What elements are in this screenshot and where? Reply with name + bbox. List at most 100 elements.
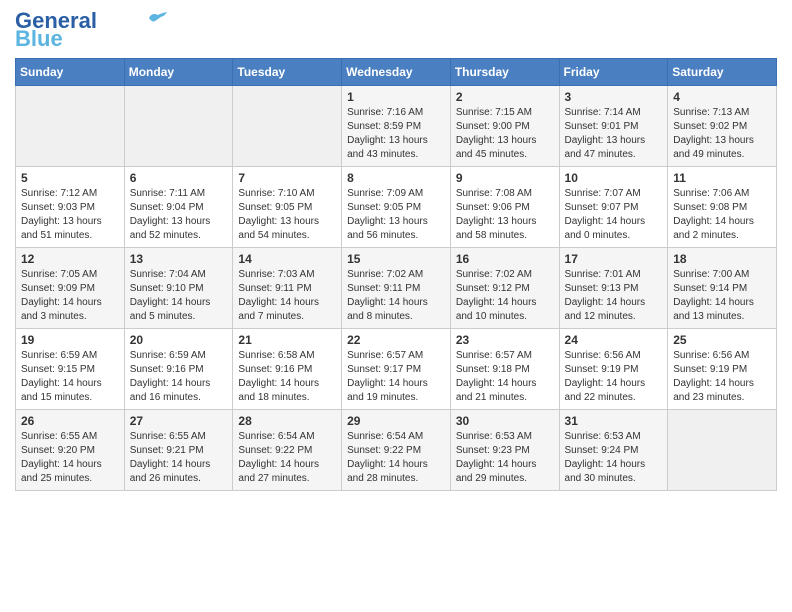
logo: General Blue <box>15 10 167 50</box>
day-info: Sunrise: 7:11 AM Sunset: 9:04 PM Dayligh… <box>130 187 229 243</box>
day-info: Sunrise: 6:53 AM Sunset: 9:24 PM Dayligh… <box>565 430 664 486</box>
day-info: Sunrise: 7:09 AM Sunset: 9:05 PM Dayligh… <box>347 187 446 243</box>
day-number: 26 <box>21 414 120 428</box>
calendar-cell: 26 Sunrise: 6:55 AM Sunset: 9:20 PM Dayli… <box>16 410 125 491</box>
header-day-sunday: Sunday <box>16 59 125 86</box>
day-number: 4 <box>673 90 772 104</box>
day-info: Sunrise: 6:56 AM Sunset: 9:19 PM Dayligh… <box>565 349 664 405</box>
calendar-cell: 21Sunrise: 6:58 AM Sunset: 9:16 PM Dayli… <box>233 329 342 410</box>
header-day-friday: Friday <box>559 59 668 86</box>
logo-bird-icon <box>149 11 167 25</box>
day-number: 30 <box>456 414 555 428</box>
calendar-cell: 3 Sunrise: 7:14 AM Sunset: 9:01 PM Daylig… <box>559 86 668 167</box>
header-day-wednesday: Wednesday <box>342 59 451 86</box>
calendar-cell <box>668 410 777 491</box>
day-info: Sunrise: 7:00 AM Sunset: 9:14 PM Dayligh… <box>673 268 772 324</box>
calendar-cell: 18 Sunrise: 7:00 AM Sunset: 9:14 PM Dayli… <box>668 248 777 329</box>
day-number: 10 <box>565 171 664 185</box>
day-info: Sunrise: 6:57 AM Sunset: 9:18 PM Dayligh… <box>456 349 555 405</box>
calendar-cell: 5Sunrise: 7:12 AM Sunset: 9:03 PM Daylig… <box>16 167 125 248</box>
day-info: Sunrise: 7:08 AM Sunset: 9:06 PM Dayligh… <box>456 187 555 243</box>
day-number: 19 <box>21 333 120 347</box>
day-number: 31 <box>565 414 664 428</box>
calendar-cell <box>124 86 233 167</box>
day-number: 8 <box>347 171 446 185</box>
header-day-monday: Monday <box>124 59 233 86</box>
day-info: Sunrise: 7:04 AM Sunset: 9:10 PM Dayligh… <box>130 268 229 324</box>
calendar-cell <box>16 86 125 167</box>
calendar-cell: 2 Sunrise: 7:15 AM Sunset: 9:00 PM Daylig… <box>450 86 559 167</box>
day-number: 11 <box>673 171 772 185</box>
calendar-cell: 1Sunrise: 7:16 AM Sunset: 8:59 PM Daylig… <box>342 86 451 167</box>
calendar-cell: 14 Sunrise: 7:03 AM Sunset: 9:11 PM Dayli… <box>233 248 342 329</box>
day-number: 23 <box>456 333 555 347</box>
day-info: Sunrise: 7:07 AM Sunset: 9:07 PM Dayligh… <box>565 187 664 243</box>
logo-text2: Blue <box>15 28 63 50</box>
day-number: 15 <box>347 252 446 266</box>
day-number: 29 <box>347 414 446 428</box>
day-info: Sunrise: 7:10 AM Sunset: 9:05 PM Dayligh… <box>238 187 337 243</box>
day-info: Sunrise: 7:14 AM Sunset: 9:01 PM Dayligh… <box>565 106 664 162</box>
header-day-saturday: Saturday <box>668 59 777 86</box>
day-number: 28 <box>238 414 337 428</box>
day-number: 9 <box>456 171 555 185</box>
calendar-cell: 24 Sunrise: 6:56 AM Sunset: 9:19 PM Dayli… <box>559 329 668 410</box>
day-number: 25 <box>673 333 772 347</box>
day-number: 13 <box>130 252 229 266</box>
calendar-cell: 7 Sunrise: 7:10 AM Sunset: 9:05 PM Daylig… <box>233 167 342 248</box>
day-number: 17 <box>565 252 664 266</box>
calendar-cell: 10 Sunrise: 7:07 AM Sunset: 9:07 PM Dayli… <box>559 167 668 248</box>
day-info: Sunrise: 6:59 AM Sunset: 9:15 PM Dayligh… <box>21 349 120 405</box>
calendar-cell: 30Sunrise: 6:53 AM Sunset: 9:23 PM Dayli… <box>450 410 559 491</box>
calendar-cell: 31 Sunrise: 6:53 AM Sunset: 9:24 PM Dayli… <box>559 410 668 491</box>
day-number: 14 <box>238 252 337 266</box>
header: General Blue <box>15 10 777 50</box>
calendar-cell: 8 Sunrise: 7:09 AM Sunset: 9:05 PM Daylig… <box>342 167 451 248</box>
day-info: Sunrise: 7:02 AM Sunset: 9:12 PM Dayligh… <box>456 268 555 324</box>
day-number: 18 <box>673 252 772 266</box>
day-number: 2 <box>456 90 555 104</box>
day-number: 7 <box>238 171 337 185</box>
day-info: Sunrise: 7:15 AM Sunset: 9:00 PM Dayligh… <box>456 106 555 162</box>
day-info: Sunrise: 7:16 AM Sunset: 8:59 PM Dayligh… <box>347 106 446 162</box>
day-info: Sunrise: 7:02 AM Sunset: 9:11 PM Dayligh… <box>347 268 446 324</box>
calendar-cell: 29 Sunrise: 6:54 AM Sunset: 9:22 PM Dayli… <box>342 410 451 491</box>
calendar-table: SundayMondayTuesdayWednesdayThursdayFrid… <box>15 58 777 491</box>
calendar-week-row: 5Sunrise: 7:12 AM Sunset: 9:03 PM Daylig… <box>16 167 777 248</box>
day-info: Sunrise: 7:06 AM Sunset: 9:08 PM Dayligh… <box>673 187 772 243</box>
calendar-cell: 17Sunrise: 7:01 AM Sunset: 9:13 PM Dayli… <box>559 248 668 329</box>
day-number: 16 <box>456 252 555 266</box>
calendar-week-row: 12Sunrise: 7:05 AM Sunset: 9:09 PM Dayli… <box>16 248 777 329</box>
calendar-cell: 11 Sunrise: 7:06 AM Sunset: 9:08 PM Dayli… <box>668 167 777 248</box>
calendar-cell: 16 Sunrise: 7:02 AM Sunset: 9:12 PM Dayli… <box>450 248 559 329</box>
day-number: 5 <box>21 171 120 185</box>
calendar-cell: 23 Sunrise: 6:57 AM Sunset: 9:18 PM Dayli… <box>450 329 559 410</box>
calendar-week-row: 1Sunrise: 7:16 AM Sunset: 8:59 PM Daylig… <box>16 86 777 167</box>
calendar-week-row: 26 Sunrise: 6:55 AM Sunset: 9:20 PM Dayli… <box>16 410 777 491</box>
calendar-cell: 4Sunrise: 7:13 AM Sunset: 9:02 PM Daylig… <box>668 86 777 167</box>
header-day-thursday: Thursday <box>450 59 559 86</box>
day-info: Sunrise: 6:59 AM Sunset: 9:16 PM Dayligh… <box>130 349 229 405</box>
day-info: Sunrise: 6:55 AM Sunset: 9:21 PM Dayligh… <box>130 430 229 486</box>
day-number: 12 <box>21 252 120 266</box>
day-info: Sunrise: 7:03 AM Sunset: 9:11 PM Dayligh… <box>238 268 337 324</box>
calendar-cell: 28Sunrise: 6:54 AM Sunset: 9:22 PM Dayli… <box>233 410 342 491</box>
calendar-cell: 6Sunrise: 7:11 AM Sunset: 9:04 PM Daylig… <box>124 167 233 248</box>
day-number: 20 <box>130 333 229 347</box>
calendar-cell <box>233 86 342 167</box>
day-number: 3 <box>565 90 664 104</box>
calendar-cell: 22 Sunrise: 6:57 AM Sunset: 9:17 PM Dayli… <box>342 329 451 410</box>
calendar-cell: 27 Sunrise: 6:55 AM Sunset: 9:21 PM Dayli… <box>124 410 233 491</box>
day-info: Sunrise: 6:57 AM Sunset: 9:17 PM Dayligh… <box>347 349 446 405</box>
day-number: 21 <box>238 333 337 347</box>
calendar-header-row: SundayMondayTuesdayWednesdayThursdayFrid… <box>16 59 777 86</box>
day-number: 27 <box>130 414 229 428</box>
day-number: 24 <box>565 333 664 347</box>
calendar-cell: 13 Sunrise: 7:04 AM Sunset: 9:10 PM Dayli… <box>124 248 233 329</box>
calendar-cell: 25 Sunrise: 6:56 AM Sunset: 9:19 PM Dayli… <box>668 329 777 410</box>
header-day-tuesday: Tuesday <box>233 59 342 86</box>
day-info: Sunrise: 6:55 AM Sunset: 9:20 PM Dayligh… <box>21 430 120 486</box>
day-number: 22 <box>347 333 446 347</box>
day-info: Sunrise: 6:54 AM Sunset: 9:22 PM Dayligh… <box>347 430 446 486</box>
day-info: Sunrise: 6:56 AM Sunset: 9:19 PM Dayligh… <box>673 349 772 405</box>
